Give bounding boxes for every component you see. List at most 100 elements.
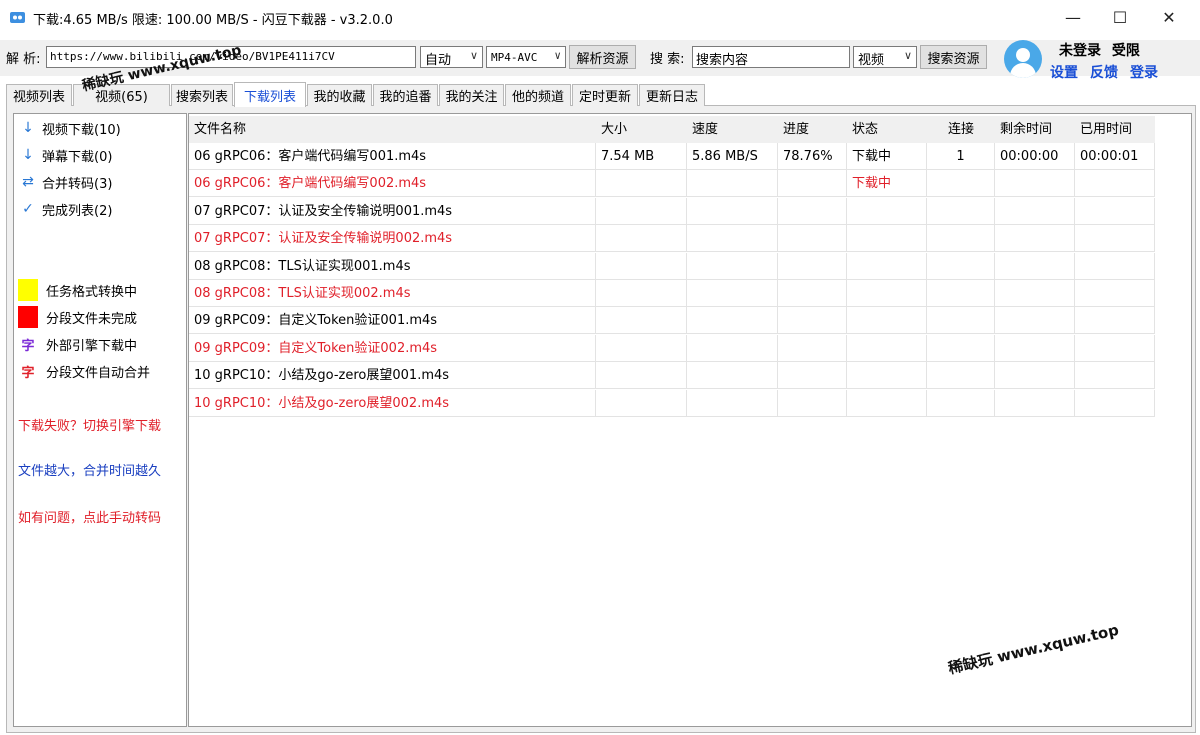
minimize-button[interactable]: — xyxy=(1050,0,1096,34)
close-button[interactable]: ✕ xyxy=(1146,0,1192,34)
cell-speed xyxy=(687,307,778,335)
cell-name: 10 gRPC10：小结及go-zero展望001.m4s xyxy=(189,362,596,390)
quality-select-value: 自动 xyxy=(425,53,452,68)
table-row[interactable]: 10 gRPC10：小结及go-zero展望002.m4s xyxy=(189,389,1155,417)
tab-following[interactable]: 我的关注 xyxy=(439,84,504,106)
table-row[interactable]: 06 gRPC06：客户端代码编写002.m4s 下载中 xyxy=(189,170,1155,198)
window-title: 下载:4.65 MB/s 限速: 100.00 MB/S - 闪豆下载器 - v… xyxy=(33,13,393,28)
tab-bangumi[interactable]: 我的追番 xyxy=(373,84,438,106)
category-video-download[interactable]: ↓ 视频下载(10) xyxy=(18,118,121,138)
legend-label: 分段文件自动合并 xyxy=(46,365,151,381)
cell-used xyxy=(1075,280,1155,307)
cell-remain: 00:00:00 xyxy=(995,143,1075,170)
login-link[interactable]: 登录 xyxy=(1130,62,1158,82)
category-merge-transcode[interactable]: ⇄ 合并转码(3) xyxy=(18,172,112,192)
cell-remain xyxy=(995,252,1075,280)
col-size-header[interactable]: 大小 xyxy=(596,116,687,143)
table-row[interactable]: 07 gRPC07：认证及安全传输说明002.m4s xyxy=(189,225,1155,253)
maximize-button[interactable]: ☐ xyxy=(1097,0,1143,34)
table-row[interactable]: 07 gRPC07：认证及安全传输说明001.m4s xyxy=(189,197,1155,225)
cell-speed xyxy=(687,225,778,253)
settings-link[interactable]: 设置 xyxy=(1050,62,1078,82)
table-row[interactable]: 09 gRPC09：自定义Token验证001.m4s xyxy=(189,307,1155,335)
col-conn-header[interactable]: 连接 xyxy=(927,116,995,143)
cell-name: 07 gRPC07：认证及安全传输说明002.m4s xyxy=(189,225,596,253)
cell-used: 00:00:01 xyxy=(1075,143,1155,170)
tab-favorites[interactable]: 我的收藏 xyxy=(307,84,372,106)
col-status-header[interactable]: 状态 xyxy=(847,116,927,143)
legend-label: 任务格式转换中 xyxy=(46,284,138,300)
cell-speed: 5.86 MB/S xyxy=(687,143,778,170)
cell-progress xyxy=(778,225,847,253)
cell-conn xyxy=(927,334,995,362)
format-select[interactable]: MP4-AVC ∨ xyxy=(486,46,566,68)
cell-used xyxy=(1075,307,1155,335)
col-progress-header[interactable]: 进度 xyxy=(778,116,847,143)
cell-used xyxy=(1075,225,1155,253)
tab-changelog[interactable]: 更新日志 xyxy=(639,84,705,106)
category-completed[interactable]: ✓ 完成列表(2) xyxy=(18,199,112,219)
category-panel: ↓ 视频下载(10) ↓ 弹幕下载(0) ⇄ 合并转码(3) ✓ 完成列表(2)… xyxy=(13,113,187,727)
tab-video-list[interactable]: 视频列表 xyxy=(6,84,72,106)
chevron-down-icon: ∨ xyxy=(469,49,478,62)
tab-channel[interactable]: 他的频道 xyxy=(505,84,571,106)
legend-external-engine: 字 外部引擎下载中 xyxy=(18,333,137,355)
search-input[interactable]: 搜索内容 xyxy=(692,46,850,68)
tab-download-list[interactable]: 下载列表 xyxy=(234,82,306,107)
merge-time-note: 文件越大，合并时间越久 xyxy=(18,464,162,479)
cell-remain xyxy=(995,362,1075,390)
cell-remain xyxy=(995,389,1075,417)
legend-label: 分段文件未完成 xyxy=(46,311,138,327)
format-select-value: MP4-AVC xyxy=(491,51,538,64)
cell-progress xyxy=(778,362,847,390)
table-row[interactable]: 09 gRPC09：自定义Token验证002.m4s xyxy=(189,334,1155,362)
cell-used xyxy=(1075,334,1155,362)
cell-speed xyxy=(687,280,778,307)
cell-size xyxy=(596,197,687,225)
category-label: 合并转码(3) xyxy=(42,176,113,192)
cell-remain xyxy=(995,197,1075,225)
cell-conn xyxy=(927,197,995,225)
cell-speed xyxy=(687,197,778,225)
cell-size xyxy=(596,334,687,362)
feedback-link[interactable]: 反馈 xyxy=(1090,62,1118,82)
app-logo-icon xyxy=(10,12,25,23)
cell-used xyxy=(1075,389,1155,417)
chevron-down-icon: ∨ xyxy=(903,49,912,62)
table-row[interactable]: 10 gRPC10：小结及go-zero展望001.m4s xyxy=(189,362,1155,390)
cell-name: 06 gRPC06：客户端代码编写001.m4s xyxy=(189,143,596,170)
cell-conn xyxy=(927,225,995,253)
cell-name: 09 gRPC09：自定义Token验证001.m4s xyxy=(189,307,596,335)
cell-conn xyxy=(927,362,995,390)
category-danmaku-download[interactable]: ↓ 弹幕下载(0) xyxy=(18,145,112,165)
col-name-header[interactable]: 文件名称 xyxy=(189,116,596,143)
parse-button[interactable]: 解析资源 xyxy=(569,45,636,69)
cell-size xyxy=(596,252,687,280)
table-row[interactable]: 08 gRPC08：TLS认证实现001.m4s xyxy=(189,252,1155,280)
yellow-swatch xyxy=(18,279,38,301)
user-avatar-icon[interactable] xyxy=(1004,40,1042,78)
swap-icon: ⇄ xyxy=(22,174,34,190)
cell-name: 08 gRPC08：TLS认证实现002.m4s xyxy=(189,280,596,307)
red-swatch xyxy=(18,306,38,328)
cell-speed xyxy=(687,334,778,362)
search-button[interactable]: 搜索资源 xyxy=(920,45,987,69)
cell-progress xyxy=(778,389,847,417)
table-row[interactable]: 08 gRPC08：TLS认证实现002.m4s xyxy=(189,280,1155,307)
cell-speed xyxy=(687,389,778,417)
col-used-header[interactable]: 已用时间 xyxy=(1075,116,1155,143)
tab-search-list[interactable]: 搜索列表 xyxy=(171,84,233,106)
search-type-select[interactable]: 视频 ∨ xyxy=(853,46,917,68)
manual-transcode-link[interactable]: 如有问题，点此手动转码 xyxy=(18,507,161,526)
avatar-head xyxy=(1016,48,1030,62)
col-speed-header[interactable]: 速度 xyxy=(687,116,778,143)
cell-conn xyxy=(927,252,995,280)
purple-char-icon: 字 xyxy=(21,338,35,354)
cell-status xyxy=(847,252,927,280)
quality-select[interactable]: 自动 ∨ xyxy=(420,46,483,68)
switch-engine-link[interactable]: 下载失败？切换引擎下载 xyxy=(18,415,161,434)
cell-progress xyxy=(778,307,847,335)
col-remain-header[interactable]: 剩余时间 xyxy=(995,116,1075,143)
tab-scheduled-update[interactable]: 定时更新 xyxy=(572,84,638,106)
table-row[interactable]: 06 gRPC06：客户端代码编写001.m4s 7.54 MB 5.86 MB/S… xyxy=(189,143,1155,170)
